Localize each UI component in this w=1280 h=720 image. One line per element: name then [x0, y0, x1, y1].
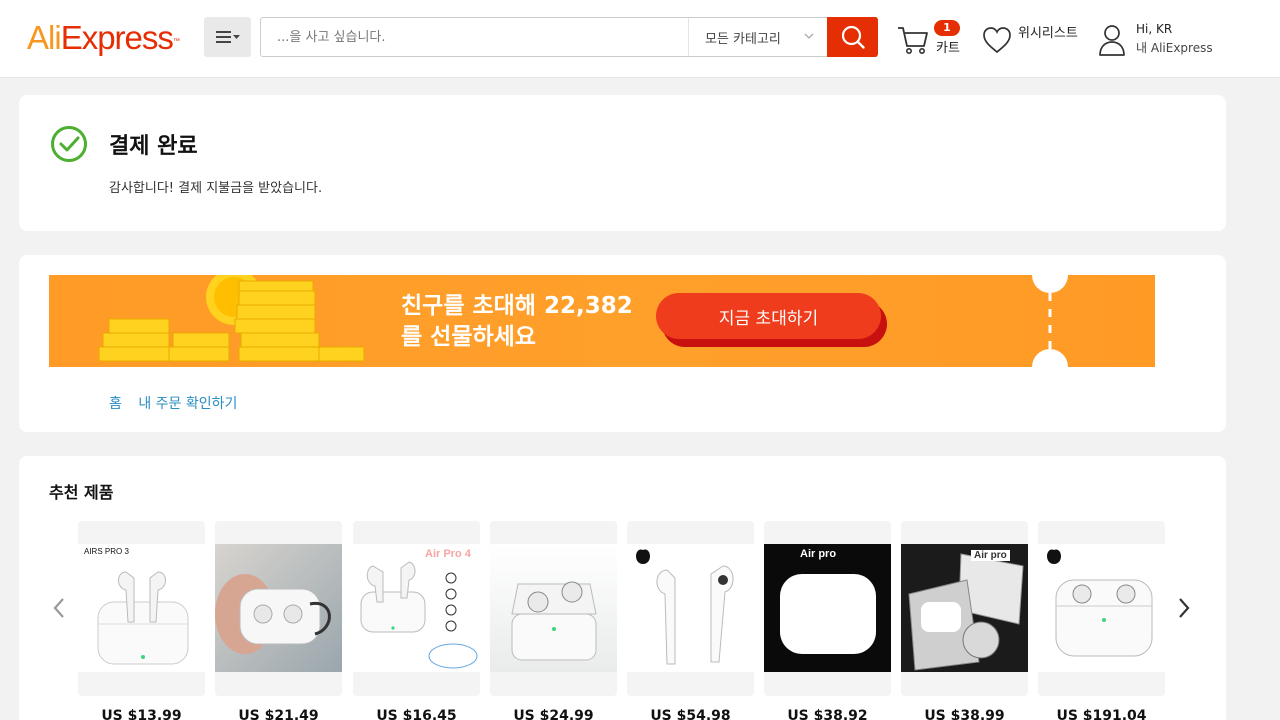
- product-price: US $13.99: [101, 708, 182, 720]
- wishlist-label: 위시리스트: [1018, 26, 1078, 41]
- product-caption: Air pro: [971, 550, 1010, 561]
- product-caption: AIRS PRO 3: [84, 547, 129, 556]
- product-card[interactable]: US $21.49: [215, 521, 342, 720]
- product-card[interactable]: Air pro US $38.92: [764, 521, 891, 720]
- category-select-value: 모든 카테고리: [705, 31, 781, 47]
- top-header: AliExpress™ 모든 카테고리: [0, 0, 1280, 78]
- carousel-prev-button[interactable]: [47, 596, 71, 620]
- earbuds-case-pro-icon: [1047, 549, 1153, 657]
- success-title: 결제 완료: [109, 134, 198, 159]
- product-image: Air pro: [764, 544, 891, 672]
- invite-button-label: 지금 초대하기: [656, 293, 881, 339]
- product-card[interactable]: US $24.99: [490, 521, 617, 720]
- invite-banner[interactable]: 친구를 초대해 22,382 를 선물하세요 지금 초대하기: [49, 275, 1155, 367]
- payment-success-card: 결제 완료 감사합니다! 결제 지불금을 받았습니다.: [19, 95, 1226, 231]
- earbuds-box-icon: [908, 553, 1024, 671]
- logo-ali-text: Ali: [27, 19, 62, 56]
- product-image: Air pro: [901, 544, 1028, 672]
- product-card[interactable]: US $191.04: [1038, 521, 1165, 720]
- product-price: US $54.98: [650, 708, 731, 720]
- gold-coins-illustration: [98, 275, 365, 362]
- product-price: US $24.99: [513, 708, 594, 720]
- cart-icon: [898, 27, 928, 54]
- search-input[interactable]: [261, 18, 688, 56]
- user-icon: [1099, 25, 1125, 56]
- product-price: US $38.92: [787, 708, 868, 720]
- cart-count-badge: 1: [934, 20, 960, 36]
- account-greeting: Hi, KR: [1136, 22, 1173, 36]
- post-payment-links: 홈 내 주문 확인하기: [109, 393, 249, 413]
- earbuds-in-hand-icon: [215, 574, 331, 654]
- home-link[interactable]: 홈: [109, 396, 122, 412]
- wishlist-button[interactable]: 위시리스트: [981, 22, 1086, 58]
- product-image: [627, 544, 754, 672]
- product-image: [490, 544, 617, 672]
- invite-banner-text: 친구를 초대해 22,382 를 선물하세요: [401, 291, 661, 353]
- invite-banner-line2: 를 선물하세요: [401, 324, 536, 350]
- cart-label: 카트: [936, 41, 960, 56]
- search-icon: [841, 25, 865, 49]
- carousel-next-button[interactable]: [1172, 596, 1196, 620]
- hamburger-menu-icon: [215, 31, 240, 43]
- success-message: 감사합니다! 결제 지불금을 받았습니다.: [109, 181, 323, 196]
- heart-icon: [983, 27, 1011, 54]
- invite-card: 친구를 초대해 22,382 를 선물하세요 지금 초대하기 홈 내 주문 확인…: [19, 255, 1226, 432]
- product-card[interactable]: US $54.98: [627, 521, 754, 720]
- ticket-notch-bottom: [1032, 349, 1068, 367]
- chevron-left-icon: [53, 598, 64, 618]
- invite-banner-line1: 친구를 초대해 22,382: [401, 293, 633, 319]
- invite-now-button[interactable]: 지금 초대하기: [656, 293, 887, 347]
- product-price: US $16.45: [376, 708, 457, 720]
- earbuds-case-closed-icon: [780, 574, 876, 654]
- search-button[interactable]: [827, 17, 878, 57]
- product-caption: Air pro: [800, 548, 837, 560]
- product-caption: Air Pro 4: [425, 548, 471, 560]
- earbuds-case-icon: [97, 571, 189, 665]
- product-price: US $21.49: [238, 708, 319, 720]
- category-menu-button[interactable]: [204, 17, 251, 57]
- earbuds-pair-icon: [636, 549, 734, 665]
- recommended-products-card: 추천 제품 AIRS PRO 3 US $13.99 US $21.49 Air…: [19, 456, 1226, 720]
- product-price: US $191.04: [1056, 708, 1147, 720]
- my-orders-link[interactable]: 내 주문 확인하기: [138, 396, 237, 412]
- aliexpress-logo[interactable]: AliExpress™: [27, 19, 180, 56]
- earbuds-charger-icon: [360, 561, 478, 669]
- product-image: AIRS PRO 3: [78, 544, 205, 672]
- account-menu[interactable]: Hi, KR 내 AliExpress: [1097, 21, 1227, 61]
- ticket-perforation: [1048, 293, 1052, 349]
- product-card[interactable]: AIRS PRO 3 US $13.99: [78, 521, 205, 720]
- product-card[interactable]: Air Pro 4 US $16.45: [353, 521, 480, 720]
- logo-tm: ™: [172, 38, 180, 45]
- product-price: US $38.99: [924, 708, 1005, 720]
- product-image: Air Pro 4: [353, 544, 480, 672]
- earbuds-case-open-icon: [511, 581, 597, 661]
- success-check-icon: [51, 126, 87, 162]
- my-aliexpress-link: 내 AliExpress: [1136, 41, 1213, 55]
- recommended-title: 추천 제품: [49, 483, 114, 502]
- product-image: [215, 544, 342, 672]
- product-image: [1038, 544, 1165, 672]
- chevron-down-icon: [804, 33, 814, 39]
- search-bar: 모든 카테고리: [260, 17, 878, 57]
- category-select[interactable]: 모든 카테고리: [688, 18, 828, 56]
- chevron-right-icon: [1179, 598, 1190, 618]
- cart-button[interactable]: 1 카트: [896, 20, 966, 58]
- logo-express-text: Express: [60, 19, 174, 56]
- product-card[interactable]: Air pro US $38.99: [901, 521, 1028, 720]
